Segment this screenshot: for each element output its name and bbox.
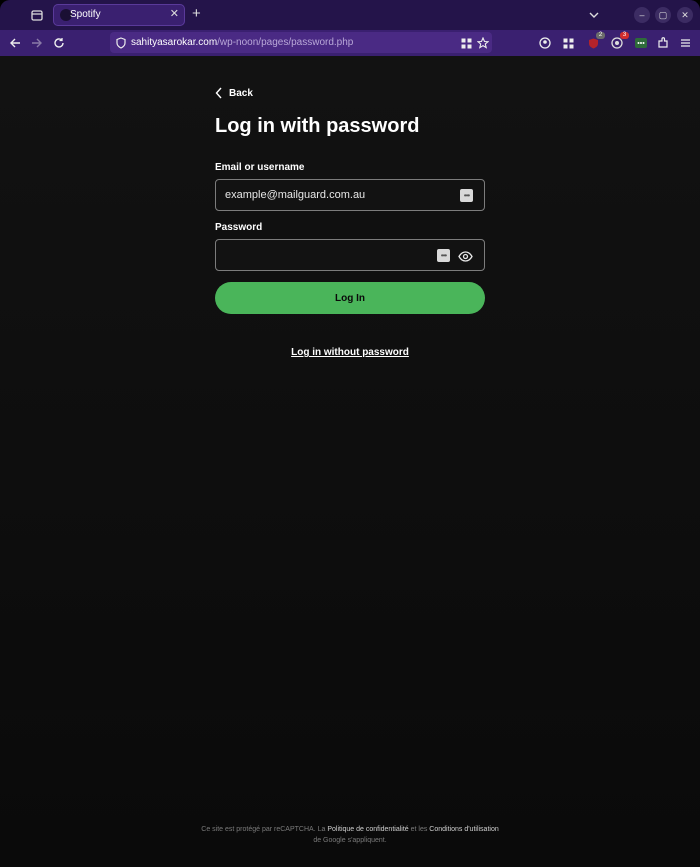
account-icon[interactable]	[538, 36, 552, 50]
recaptcha-footer: Ce site est protégé par reCAPTCHA. La Po…	[200, 824, 500, 846]
url-host: sahityasarokar.com	[131, 37, 218, 48]
active-tab[interactable]: Spotify ✕	[53, 4, 185, 26]
navigation-bar: sahityasarokar.com/wp-noon/pages/passwor…	[0, 30, 700, 56]
back-label: Back	[229, 87, 253, 99]
terms-link[interactable]: Conditions d'utilisation	[429, 826, 498, 833]
plus-icon[interactable]: +	[192, 6, 201, 22]
apps-icon[interactable]	[561, 36, 575, 50]
footer-text-2: et les	[408, 826, 430, 833]
address-bar[interactable]: sahityasarokar.com/wp-noon/pages/passwor…	[110, 32, 492, 53]
eye-icon[interactable]	[458, 249, 473, 267]
tab-bar: Spotify ✕ + – ▢ ✕	[0, 0, 700, 30]
password-label: Password	[215, 222, 263, 233]
extension-ublock-icon[interactable]: 2	[586, 32, 605, 50]
login-button[interactable]: Log In	[215, 282, 485, 314]
footer-text-3: de Google s'appliquent.	[313, 837, 387, 844]
extension-privacy-icon[interactable]: 3	[610, 32, 629, 50]
maximize-icon[interactable]: ▢	[655, 7, 671, 23]
back-arrow-icon[interactable]	[8, 36, 22, 50]
email-label: Email or username	[215, 162, 305, 173]
page-title: Log in with password	[215, 115, 420, 137]
password-manager-icon[interactable]: •••	[437, 249, 450, 262]
close-icon[interactable]: ✕	[170, 7, 179, 20]
grid-icon[interactable]	[461, 36, 473, 49]
page-content: Back Log in with password Email or usern…	[0, 56, 700, 867]
forward-arrow-icon[interactable]	[30, 36, 44, 50]
tab-title: Spotify	[70, 9, 101, 20]
email-field[interactable]: example@mailguard.com.au •••	[215, 179, 485, 211]
star-icon[interactable]	[476, 36, 490, 49]
browser-window: Spotify ✕ + – ▢ ✕ sahityasarokar.com/wp-…	[0, 0, 700, 867]
minimize-icon[interactable]: –	[634, 7, 650, 23]
shield-icon[interactable]	[116, 36, 126, 54]
privacy-policy-link[interactable]: Politique de confidentialité	[327, 826, 408, 833]
login-without-password-link[interactable]: Log in without password	[291, 347, 409, 358]
footer-text-1: Ce site est protégé par reCAPTCHA. La	[201, 826, 328, 833]
extension-dots-icon[interactable]	[634, 36, 648, 50]
password-field[interactable]: •••	[215, 239, 485, 271]
back-button[interactable]: Back	[215, 87, 253, 99]
url-path: /wp-noon/pages/password.php	[217, 37, 354, 48]
tab-overview-icon[interactable]	[28, 6, 46, 24]
chevron-left-icon	[215, 87, 222, 99]
no-password-row: Log in without password	[0, 342, 700, 360]
password-manager-icon[interactable]: •••	[460, 189, 473, 202]
close-window-icon[interactable]: ✕	[677, 7, 693, 23]
chevron-down-icon[interactable]	[587, 8, 601, 22]
reload-icon[interactable]	[52, 36, 66, 50]
url-text: sahityasarokar.com/wp-noon/pages/passwor…	[131, 37, 353, 48]
extension-badge: 2	[596, 32, 605, 39]
menu-icon[interactable]	[678, 36, 692, 50]
extension-badge: 3	[620, 32, 629, 39]
extensions-icon[interactable]	[656, 36, 670, 50]
email-value: example@mailguard.com.au	[225, 189, 366, 201]
